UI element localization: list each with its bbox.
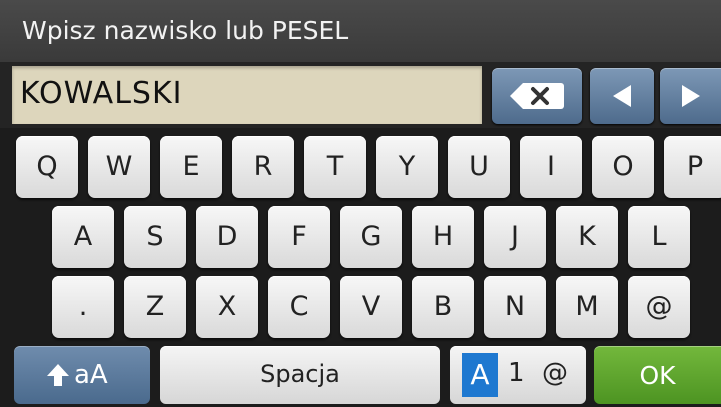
key-r[interactable]: R: [232, 136, 294, 198]
key-w[interactable]: W: [88, 136, 150, 198]
mode-alpha-indicator: A: [462, 353, 498, 397]
key-l[interactable]: L: [628, 206, 690, 268]
key-y[interactable]: Y: [376, 136, 438, 198]
key-e[interactable]: E: [160, 136, 222, 198]
key-k[interactable]: K: [556, 206, 618, 268]
key-p[interactable]: P: [664, 136, 721, 198]
key-x[interactable]: X: [196, 276, 258, 338]
key-at[interactable]: @: [628, 276, 690, 338]
key-a[interactable]: A: [52, 206, 114, 268]
arrow-right-icon: [681, 85, 700, 107]
key-q[interactable]: Q: [16, 136, 78, 198]
space-button[interactable]: Spacja: [160, 346, 440, 404]
input-row: KOWALSKI: [0, 62, 721, 128]
backspace-button[interactable]: [492, 68, 582, 124]
key-n[interactable]: N: [484, 276, 546, 338]
key-i[interactable]: I: [520, 136, 582, 198]
key-j[interactable]: J: [484, 206, 546, 268]
key-f[interactable]: F: [268, 206, 330, 268]
page-title: Wpisz nazwisko lub PESEL: [22, 16, 349, 45]
ok-button[interactable]: OK: [594, 346, 721, 404]
backspace-icon: [510, 83, 564, 109]
key-v[interactable]: V: [340, 276, 402, 338]
title-bar: Wpisz nazwisko lub PESEL: [0, 0, 721, 63]
key-g[interactable]: G: [340, 206, 402, 268]
mode-numeric-label: 1: [508, 358, 525, 388]
ok-label: OK: [639, 361, 676, 390]
cursor-right-button[interactable]: [660, 68, 721, 124]
shift-arrow-icon: [47, 364, 69, 386]
name-or-pesel-field[interactable]: KOWALSKI: [12, 66, 482, 124]
key-s[interactable]: S: [124, 206, 186, 268]
key-u[interactable]: U: [448, 136, 510, 198]
mode-symbol-label: @: [542, 358, 568, 388]
key-period[interactable]: .: [52, 276, 114, 338]
shift-label: aA: [74, 360, 108, 390]
key-z[interactable]: Z: [124, 276, 186, 338]
space-label: Spacja: [260, 360, 340, 388]
key-d[interactable]: D: [196, 206, 258, 268]
key-b[interactable]: B: [412, 276, 474, 338]
bottom-bar: aA Spacja A 1 @ OK: [0, 346, 721, 407]
shift-case-button[interactable]: aA: [14, 346, 150, 404]
key-h[interactable]: H: [412, 206, 474, 268]
field-value: KOWALSKI: [20, 76, 183, 111]
cursor-left-button[interactable]: [590, 68, 654, 124]
key-o[interactable]: O: [592, 136, 654, 198]
arrow-left-icon: [613, 85, 631, 107]
input-mode-button[interactable]: A 1 @: [450, 346, 586, 404]
key-c[interactable]: C: [268, 276, 330, 338]
key-t[interactable]: T: [304, 136, 366, 198]
key-m[interactable]: M: [556, 276, 618, 338]
